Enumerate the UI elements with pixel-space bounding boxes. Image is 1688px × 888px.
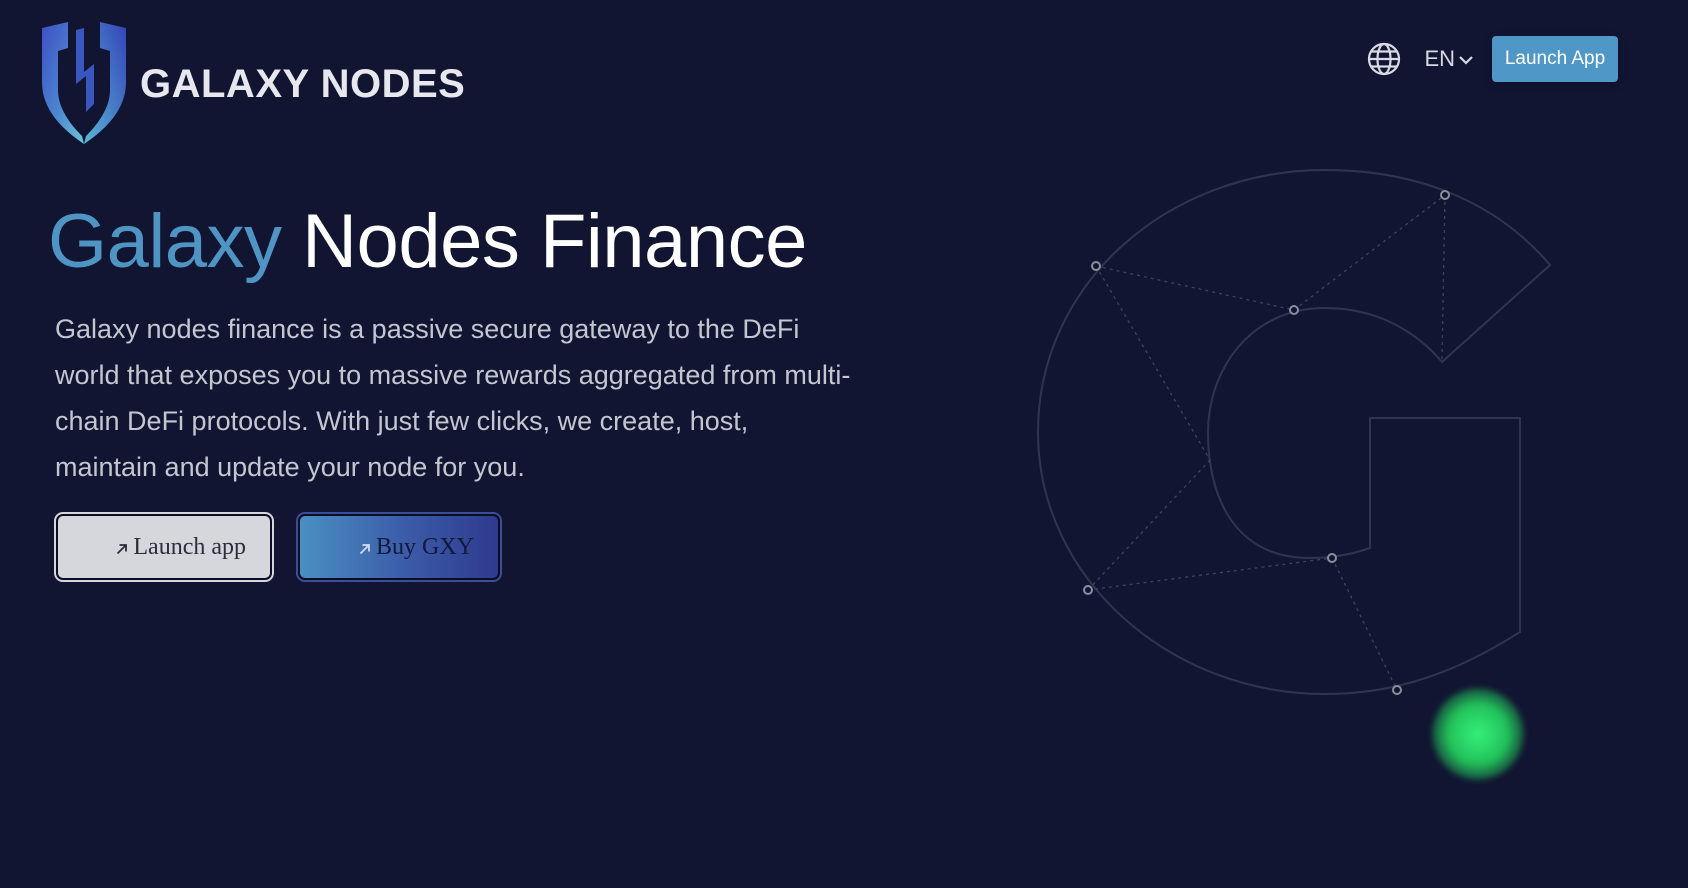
language-label: EN — [1424, 46, 1455, 71]
launch-app-button[interactable]: Launch App — [1492, 36, 1618, 82]
launch-app-cta-button[interactable]: Launch app — [56, 514, 272, 580]
chevron-down-icon — [1459, 56, 1473, 65]
shield-logo-icon — [42, 22, 126, 144]
title-rest: Nodes Finance — [302, 199, 807, 284]
buy-gxy-label: Buy GXY — [375, 533, 474, 560]
brand-name: GALAXY NODES — [140, 61, 466, 106]
page-title: Galaxy Nodes Finance — [48, 196, 807, 288]
g-network-graphic — [1036, 168, 1552, 696]
landing-page: GALAXY NODES EN Launch App Galaxy Nodes … — [0, 0, 1688, 888]
header-actions: EN Launch App — [1366, 36, 1618, 82]
green-glow-orb — [1432, 688, 1524, 780]
buy-gxy-button[interactable]: Buy GXY — [298, 514, 500, 580]
arrow-up-right-icon — [117, 544, 128, 555]
title-accent: Galaxy — [48, 199, 282, 284]
arrow-up-right-icon — [359, 544, 370, 555]
logo[interactable]: GALAXY NODES — [38, 20, 465, 144]
language-selector[interactable]: EN — [1424, 46, 1474, 72]
launch-app-label: Launch app — [133, 533, 246, 560]
globe-icon[interactable] — [1366, 41, 1402, 77]
hero-description: Galaxy nodes finance is a passive secure… — [55, 314, 851, 482]
